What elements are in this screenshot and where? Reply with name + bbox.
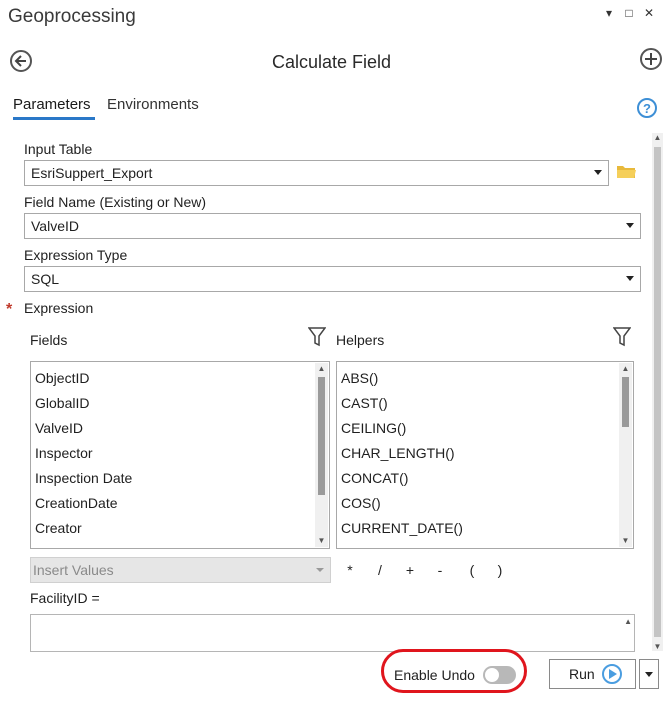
play-icon — [601, 664, 622, 684]
expression-type-value: SQL — [31, 271, 60, 287]
pane-title: Geoprocessing — [8, 6, 136, 27]
list-item[interactable]: GlobalID — [35, 391, 313, 416]
list-item[interactable]: ABS() — [341, 366, 617, 391]
field-name-value: ValveID — [31, 218, 79, 234]
run-button[interactable]: Run — [549, 659, 636, 689]
list-item[interactable]: ValveID — [35, 416, 313, 441]
fields-scrollbar[interactable]: ▲ ▼ — [315, 363, 328, 547]
expression-editor[interactable]: ▲ — [30, 614, 635, 652]
list-item[interactable]: COS() — [341, 491, 617, 516]
list-item[interactable]: CAST() — [341, 391, 617, 416]
list-item[interactable]: CHAR_LENGTH() — [341, 441, 617, 466]
helpers-label: Helpers — [336, 332, 385, 348]
helpers-scroll-thumb[interactable] — [622, 377, 629, 427]
list-item[interactable]: CreationDate — [35, 491, 313, 516]
operator-divide-button[interactable]: / — [373, 562, 387, 578]
chevron-down-icon — [645, 672, 653, 677]
scroll-down-icon[interactable]: ▼ — [653, 642, 662, 651]
helpers-scrollbar[interactable]: ▲ ▼ — [619, 363, 632, 547]
help-icon[interactable]: ? — [637, 98, 657, 118]
scroll-up-icon[interactable]: ▲ — [315, 363, 328, 375]
insert-values-dropdown[interactable]: Insert Values — [30, 557, 331, 583]
operator-plus-button[interactable]: + — [403, 562, 417, 578]
add-plus-icon[interactable] — [640, 48, 662, 70]
input-table-dropdown[interactable]: EsriSuppert_Export — [24, 160, 609, 186]
list-item[interactable]: CURRENT_DATE() — [341, 516, 617, 541]
expression-label: Expression — [24, 300, 94, 316]
expression-type-label: Expression Type — [24, 247, 128, 263]
chevron-down-icon — [594, 170, 602, 175]
maximize-icon[interactable]: □ — [623, 6, 635, 20]
scroll-down-icon[interactable]: ▼ — [619, 535, 632, 547]
scroll-down-icon[interactable]: ▼ — [315, 535, 328, 547]
operator-minus-button[interactable]: - — [433, 562, 447, 578]
list-item[interactable]: ObjectID — [35, 366, 313, 391]
field-name-label: Field Name (Existing or New) — [24, 194, 207, 210]
tab-environments[interactable]: Environments — [107, 96, 199, 113]
fields-label: Fields — [30, 332, 68, 348]
tab-parameters[interactable]: Parameters — [13, 96, 91, 113]
chevron-down-icon — [316, 568, 324, 572]
helpers-list[interactable]: ABS() CAST() CEILING() CHAR_LENGTH() CON… — [336, 361, 634, 549]
folder-icon[interactable] — [616, 164, 637, 179]
annotation-highlight — [381, 649, 527, 693]
close-paren-button[interactable]: ) — [493, 562, 507, 578]
fields-list[interactable]: ObjectID GlobalID ValveID Inspector Insp… — [30, 361, 330, 549]
close-icon[interactable]: ✕ — [643, 6, 655, 20]
scroll-up-icon[interactable]: ▲ — [624, 617, 632, 626]
list-item[interactable]: Inspector — [35, 441, 313, 466]
scroll-up-icon[interactable]: ▲ — [619, 363, 632, 375]
fields-scroll-thumb[interactable] — [318, 377, 325, 495]
list-item[interactable]: Creator — [35, 516, 313, 541]
window-controls: ▾ □ ✕ — [603, 6, 655, 20]
chevron-down-icon — [626, 276, 634, 281]
input-table-value: EsriSuppert_Export — [31, 165, 153, 181]
scroll-up-icon[interactable]: ▲ — [653, 133, 662, 142]
pane-scroll-thumb[interactable] — [654, 147, 661, 637]
list-item[interactable]: Inspection Date — [35, 466, 313, 491]
list-item[interactable]: EditDate — [35, 541, 313, 548]
required-indicator: * — [6, 301, 13, 318]
input-table-label: Input Table — [24, 141, 93, 157]
tool-title: Calculate Field — [271, 52, 392, 72]
pane-scrollbar[interactable]: ▲ ▼ — [652, 133, 663, 651]
chevron-down-icon — [626, 223, 634, 228]
insert-values-text: Insert Values — [33, 562, 114, 578]
pane-menu-icon[interactable]: ▾ — [603, 6, 615, 20]
list-item[interactable]: CONCAT() — [341, 466, 617, 491]
operator-multiply-button[interactable]: * — [343, 562, 357, 578]
active-tab-indicator — [13, 117, 95, 120]
list-item[interactable]: CEILING() — [341, 416, 617, 441]
helpers-filter-icon[interactable] — [612, 327, 632, 347]
run-label: Run — [569, 666, 595, 682]
list-item[interactable]: CURRENT_TIME() — [341, 541, 617, 548]
fields-filter-icon[interactable] — [307, 327, 327, 347]
field-name-dropdown[interactable]: ValveID — [24, 213, 641, 239]
expression-type-dropdown[interactable]: SQL — [24, 266, 641, 292]
expression-assignment-label: FacilityID = — [30, 590, 100, 606]
run-options-dropdown[interactable] — [639, 659, 659, 689]
open-paren-button[interactable]: ( — [465, 562, 479, 578]
